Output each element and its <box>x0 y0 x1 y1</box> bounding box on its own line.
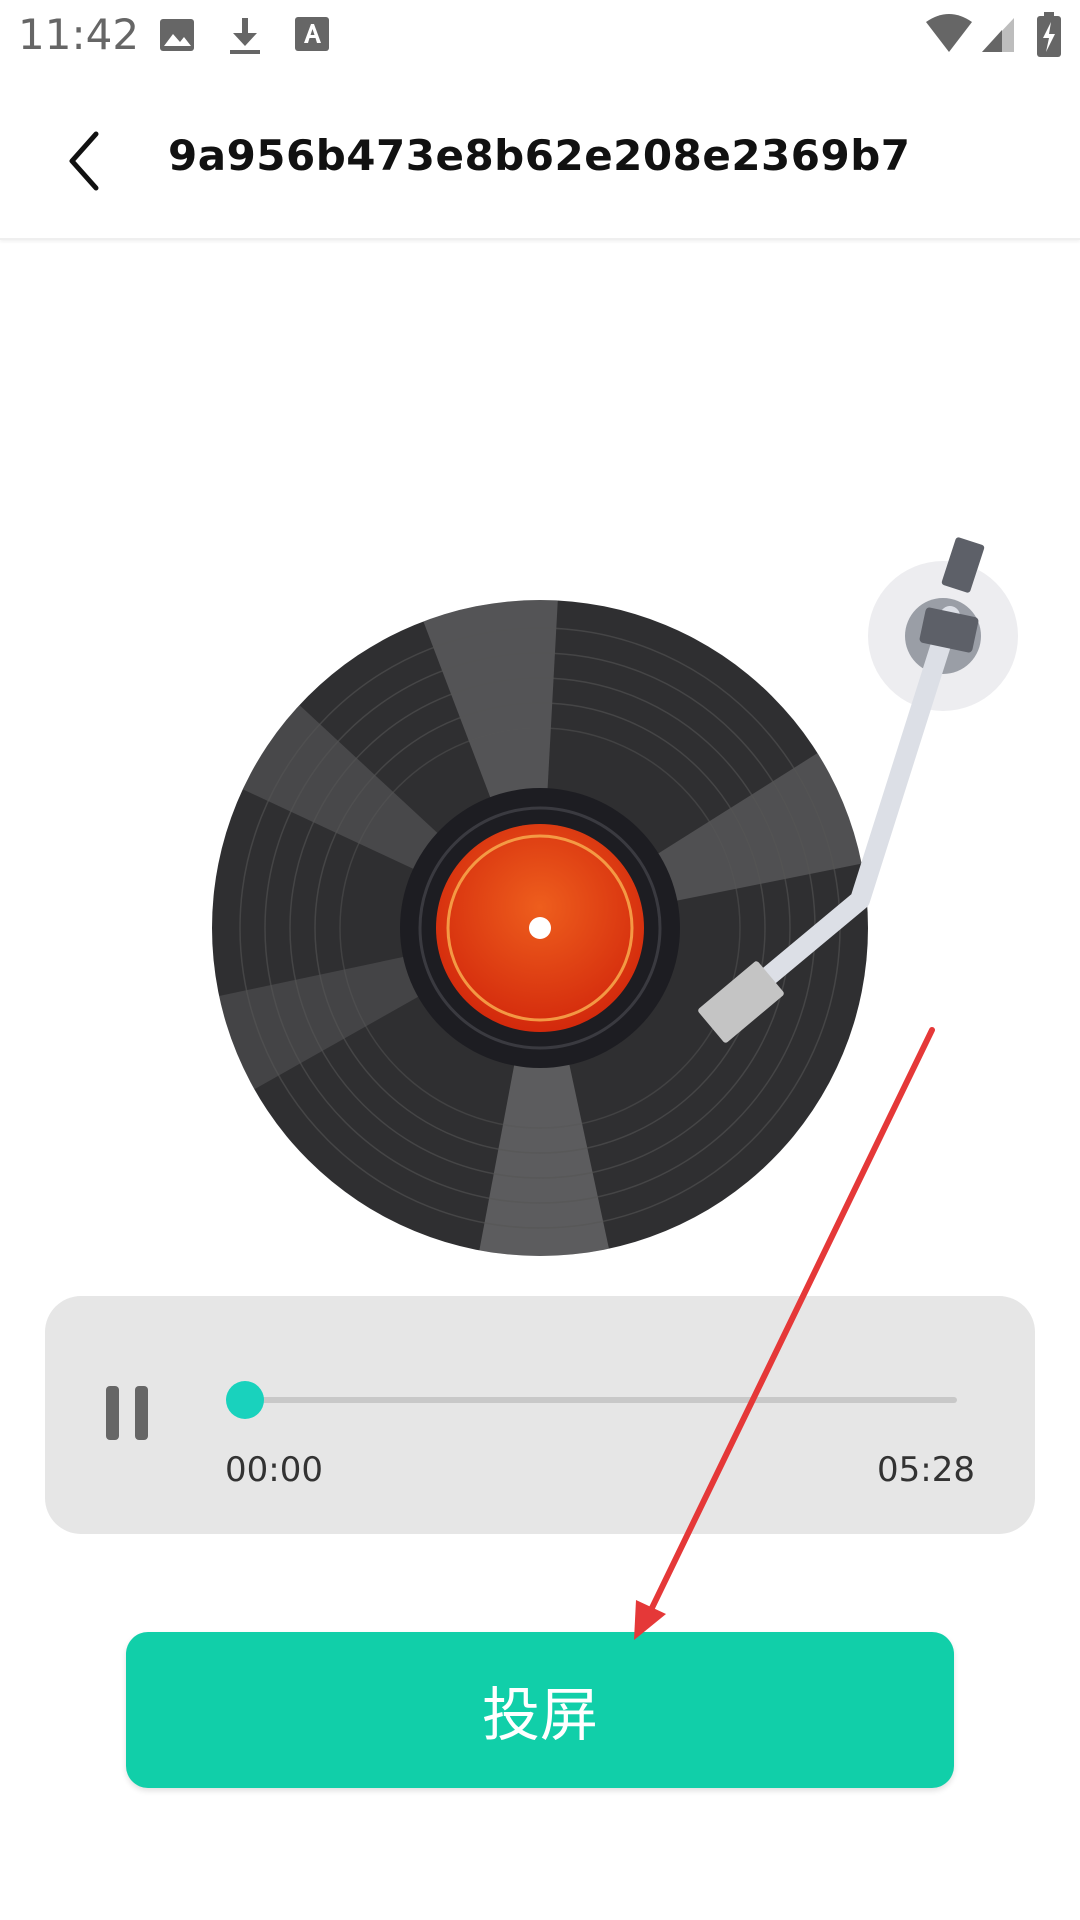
status-time: 11:42 <box>18 10 140 59</box>
signal-icon <box>980 16 1016 59</box>
chevron-left-icon <box>69 131 99 191</box>
cast-screen-button[interactable]: 投屏 <box>126 1632 954 1788</box>
vinyl-record-illustration <box>212 537 1018 1256</box>
back-button[interactable] <box>40 116 130 206</box>
player-controls: 00:00 05:28 <box>45 1296 1035 1534</box>
download-icon <box>226 16 264 61</box>
turntable-illustration <box>0 240 1080 1280</box>
pause-icon <box>106 1386 119 1440</box>
page-title: 9a956b473e8b62e208e2369b7b… <box>168 131 908 180</box>
battery-charging-icon <box>1036 12 1062 63</box>
text-a-icon <box>294 16 330 57</box>
status-bar: 11:42 <box>0 0 1080 76</box>
pause-button[interactable] <box>98 1372 188 1462</box>
image-icon <box>158 16 196 59</box>
total-time: 05:28 <box>877 1450 975 1490</box>
pause-icon-bar <box>135 1386 148 1440</box>
wifi-icon <box>924 14 974 59</box>
progress-thumb[interactable] <box>226 1381 264 1419</box>
app-bar: 9a956b473e8b62e208e2369b7b… <box>0 76 1080 240</box>
current-time: 00:00 <box>225 1450 323 1490</box>
progress-slider[interactable] <box>226 1381 957 1419</box>
